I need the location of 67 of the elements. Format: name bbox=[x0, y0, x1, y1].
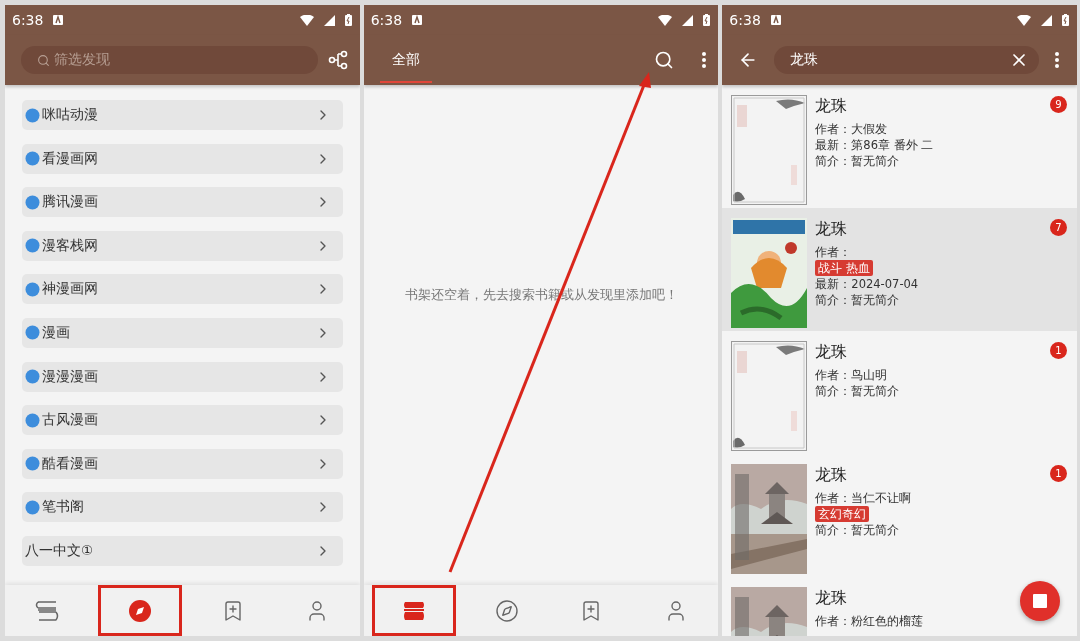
nav-tab[interactable] bbox=[97, 585, 183, 636]
battery-icon bbox=[344, 14, 352, 26]
more-icon bbox=[1055, 52, 1059, 68]
source-item[interactable]: 漫漫漫画 bbox=[22, 361, 343, 392]
count-badge: 9 bbox=[1050, 96, 1067, 113]
count-badge: 1 bbox=[1050, 465, 1067, 482]
search-icon bbox=[654, 50, 675, 70]
bookshelf-icon bbox=[402, 600, 426, 621]
book-info: 简介：暂无简介 bbox=[815, 153, 900, 169]
bookshelf-icon bbox=[35, 600, 60, 621]
search-button[interactable] bbox=[654, 50, 675, 70]
source-item[interactable]: 腾讯漫画 bbox=[22, 187, 343, 218]
result-row[interactable]: 龙珠 作者： 战斗 热血 最新：2024-07-04 简介：暂无简介 7 bbox=[722, 208, 1077, 331]
source-item[interactable]: 古风漫画 bbox=[22, 405, 343, 436]
source-item[interactable]: 笔书阁 bbox=[22, 492, 343, 523]
count-badge: 1 bbox=[1050, 342, 1067, 359]
more-icon bbox=[702, 52, 707, 68]
signal-icon bbox=[1041, 14, 1052, 26]
book-info: 作者：鸟山明 bbox=[815, 367, 888, 383]
search-field[interactable]: 龙珠 bbox=[774, 46, 1039, 74]
status-time: 6:38 bbox=[12, 12, 44, 28]
source-item[interactable]: 神漫画网 bbox=[22, 274, 343, 305]
book-info: 作者：粉红色的榴莲 bbox=[815, 613, 924, 629]
empty-message: 书架还空着，先去搜索书籍或从发现里添加吧！ bbox=[404, 286, 678, 304]
book-title: 龙珠 bbox=[815, 465, 848, 486]
more-button[interactable] bbox=[702, 52, 707, 68]
more-button[interactable] bbox=[1055, 52, 1059, 68]
search-icon bbox=[37, 53, 50, 67]
count-badge: 7 bbox=[1050, 219, 1067, 236]
compass-icon bbox=[128, 598, 152, 623]
nav-tab[interactable] bbox=[371, 585, 457, 636]
signal-icon bbox=[682, 14, 694, 26]
book-info: 作者：大假发 bbox=[815, 121, 888, 137]
source-item[interactable]: 看漫画网 bbox=[22, 143, 343, 174]
status-time: 6:38 bbox=[370, 12, 403, 28]
book-title: 龙珠 bbox=[815, 588, 848, 609]
book-info: 简介：暂无简介 bbox=[815, 292, 900, 308]
source-item[interactable]: 酷看漫画 bbox=[22, 448, 343, 479]
notification-icon bbox=[412, 15, 423, 25]
notification-icon bbox=[770, 15, 781, 25]
book-title: 龙珠 bbox=[815, 342, 848, 363]
book-title: 龙珠 bbox=[815, 219, 848, 240]
book-info: 简介：暂无简介 bbox=[815, 522, 900, 538]
book-info: 最新：2024-07-04 bbox=[815, 276, 919, 292]
battery-icon bbox=[1062, 14, 1069, 26]
book-info: 作者： bbox=[815, 244, 852, 260]
wifi-icon bbox=[1017, 14, 1031, 26]
source-item[interactable]: 漫画 bbox=[22, 317, 343, 348]
signal-icon bbox=[323, 14, 335, 26]
status-time: 6:38 bbox=[729, 12, 761, 28]
genre-tag: 玄幻奇幻 bbox=[815, 506, 870, 522]
wifi-icon bbox=[299, 14, 314, 26]
book-info: 最新：第86章 番外 二 bbox=[815, 137, 934, 153]
wifi-icon bbox=[658, 14, 673, 26]
stop-icon bbox=[1033, 594, 1047, 608]
compass-icon bbox=[494, 598, 519, 623]
tab[interactable]: 全部 bbox=[379, 37, 432, 83]
book-info: 简介：暂无简介 bbox=[815, 383, 900, 399]
group-icon[interactable] bbox=[327, 50, 348, 70]
book-title: 龙珠 bbox=[815, 96, 848, 117]
notification-icon bbox=[53, 15, 64, 25]
source-item[interactable]: 八一中文① bbox=[22, 535, 343, 566]
battery-icon bbox=[703, 14, 711, 26]
source-item[interactable]: 咪咕动漫 bbox=[22, 100, 343, 130]
book-info: 作者：当仁不让啊 bbox=[815, 490, 912, 506]
source-item[interactable]: 漫客栈网 bbox=[22, 230, 343, 261]
genre-tag: 战斗 热血 bbox=[815, 260, 873, 276]
